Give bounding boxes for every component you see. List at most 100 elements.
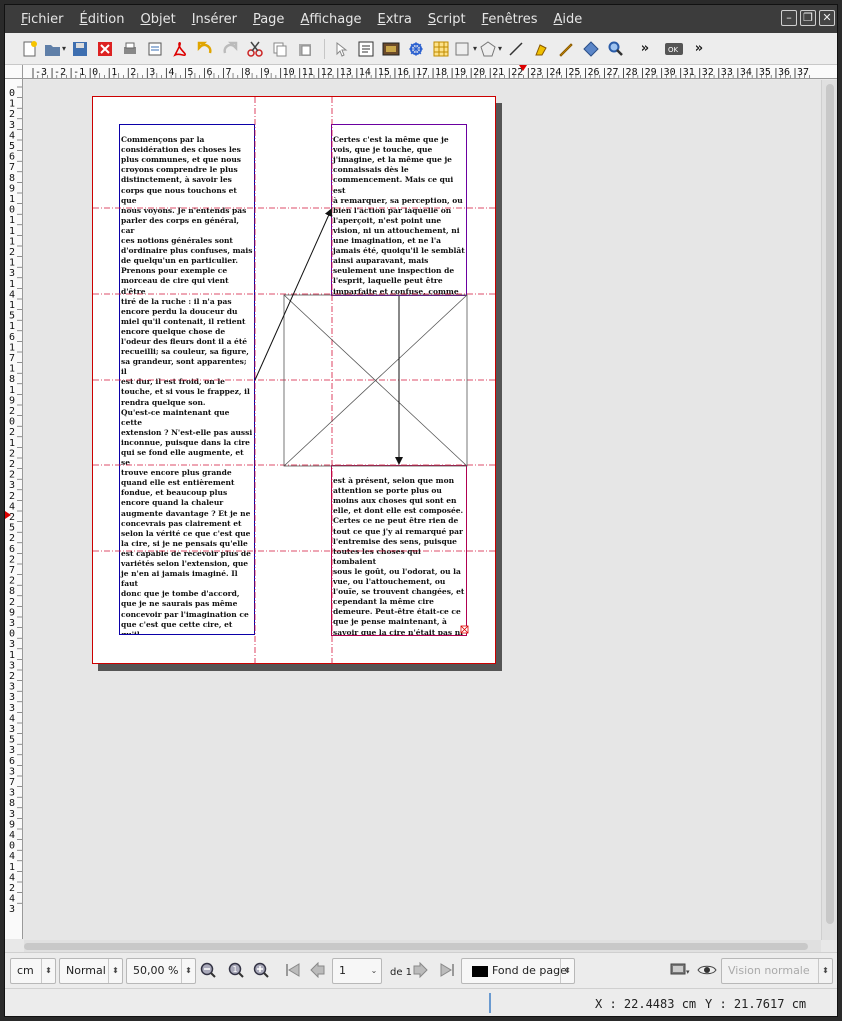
ruler-label: 9: [9, 607, 15, 618]
menu-fichier[interactable]: Fichier: [13, 12, 72, 27]
bezier-icon[interactable]: [530, 38, 552, 60]
menu-extra[interactable]: Extra: [370, 12, 420, 27]
vertical-ruler[interactable]: 0123456789101112131415161718192021222324…: [5, 79, 23, 939]
ruler-label: 6: [9, 152, 15, 163]
horizontal-scrollbar[interactable]: [24, 940, 821, 952]
ruler-label: 1: [9, 385, 15, 396]
menu-inserer[interactable]: Insérer: [184, 12, 245, 27]
text-frame-left[interactable]: Commençons par la considération des chos…: [119, 124, 255, 635]
last-page-icon[interactable]: [438, 962, 458, 980]
more-icon[interactable]: »: [630, 38, 660, 60]
ruler-label: 35: [759, 67, 771, 78]
page-number-select[interactable]: 1 ⌄: [332, 958, 382, 984]
menu-page[interactable]: Page: [245, 12, 292, 27]
preview-eye-icon[interactable]: [697, 962, 717, 980]
ruler-label: -3: [35, 67, 47, 78]
render-frame-icon[interactable]: [405, 38, 427, 60]
ruler-label: 1: [9, 342, 15, 353]
zoom-out-icon[interactable]: [200, 962, 220, 980]
ruler-label: 5: [9, 523, 15, 534]
horizontal-ruler[interactable]: -3 -2 -1 0 1 2 3 4 5 6 7 8 9 10 11 12 13 14 15 16 17 18 19 20 21…: [23, 65, 837, 79]
ruler-label: 10: [283, 67, 295, 78]
layer-color-swatch: [472, 965, 488, 977]
table-icon[interactable]: [430, 38, 452, 60]
ruler-label: 3: [9, 268, 15, 279]
pdf-export-icon[interactable]: [169, 38, 191, 60]
horizontal-scroll-thumb[interactable]: [24, 943, 808, 950]
close-icon[interactable]: ✕: [819, 10, 835, 26]
ruler-label: 1: [9, 258, 15, 269]
menu-aide[interactable]: Aide: [546, 12, 591, 27]
menu-objet[interactable]: Objet: [132, 12, 183, 27]
minimize-icon[interactable]: –: [781, 10, 797, 26]
ruler-label: 8: [9, 798, 15, 809]
ruler-label: 29: [645, 67, 657, 78]
freehand-icon[interactable]: [555, 38, 577, 60]
restore-icon[interactable]: ❐: [800, 10, 816, 26]
save-icon[interactable]: [69, 38, 91, 60]
document-page[interactable]: Commençons par la considération des chos…: [92, 96, 497, 665]
zoom-icon[interactable]: [605, 38, 627, 60]
close-doc-icon[interactable]: [94, 38, 116, 60]
text-frame-icon[interactable]: [355, 38, 377, 60]
menu-edition[interactable]: Édition: [72, 12, 133, 27]
next-page-icon[interactable]: [411, 961, 431, 980]
zoom-input[interactable]: 50,00 % ⬍: [126, 958, 196, 984]
copy-icon[interactable]: [269, 38, 291, 60]
display-settings-icon[interactable]: ▾: [669, 962, 693, 980]
redo-icon[interactable]: [219, 38, 241, 60]
zoom-value: 50,00 %: [133, 964, 179, 977]
ruler-label: 21: [492, 67, 504, 78]
more-icon-2[interactable]: »: [688, 38, 710, 60]
ruler-label: 20: [473, 67, 485, 78]
menu-affichage[interactable]: Affichage: [292, 12, 369, 27]
image-frame-icon[interactable]: [380, 38, 402, 60]
select-icon[interactable]: [330, 38, 352, 60]
chevron-updown-icon: ⬍: [108, 959, 122, 983]
document-canvas[interactable]: Commençons par la considération des chos…: [24, 80, 821, 940]
main-toolbar: ▾ ▾ ▾ » OK »: [5, 33, 837, 65]
vertical-scroll-thumb[interactable]: [826, 84, 834, 924]
menu-fenetres[interactable]: Fenêtres: [474, 12, 546, 27]
shape-icon[interactable]: ▾: [455, 38, 477, 60]
ruler-label: 7: [9, 565, 15, 576]
ruler-label: 5: [9, 141, 15, 152]
print-icon[interactable]: [119, 38, 141, 60]
ruler-label: 2: [9, 554, 15, 565]
ruler-label: 1: [9, 215, 15, 226]
layer-select[interactable]: Fond de page ⬍: [461, 958, 575, 984]
ruler-label: 4: [9, 894, 15, 905]
ruler-label: 3: [9, 904, 15, 915]
text-frame-right-bottom[interactable]: est à présent, selon que mon attention s…: [331, 465, 467, 636]
new-document-icon[interactable]: [19, 38, 41, 60]
line-icon[interactable]: [505, 38, 527, 60]
ruler-label: 2: [9, 597, 15, 608]
preview-mode-value: Normal: [66, 964, 106, 977]
preflight-icon[interactable]: [144, 38, 166, 60]
menu-script[interactable]: Script: [420, 12, 474, 27]
vertical-scrollbar[interactable]: [821, 80, 837, 940]
view-mode-select[interactable]: Vision normale ⬍: [721, 958, 833, 984]
undo-icon[interactable]: [194, 38, 216, 60]
preview-mode-select[interactable]: Normal ⬍: [59, 958, 123, 984]
empty-image-frame[interactable]: [283, 294, 468, 467]
paste-icon[interactable]: [294, 38, 316, 60]
zoom-in-icon[interactable]: [253, 962, 273, 980]
ruler-label: 6: [9, 332, 15, 343]
ok-icon[interactable]: OK: [663, 38, 685, 60]
polygon-icon[interactable]: ▾: [480, 38, 502, 60]
first-page-icon[interactable]: [283, 962, 303, 980]
ruler-label: 6: [9, 544, 15, 555]
cut-icon[interactable]: [244, 38, 266, 60]
previous-page-icon[interactable]: [308, 961, 328, 980]
ruler-label: 1: [9, 321, 15, 332]
ruler-label: 37: [797, 67, 809, 78]
svg-text:1: 1: [233, 965, 238, 974]
unit-select[interactable]: cm ⬍: [10, 958, 56, 984]
text-frame-right-top[interactable]: Certes c'est la même que je vois, que je…: [331, 124, 467, 296]
rotate-icon[interactable]: [580, 38, 602, 60]
zoom-100-icon[interactable]: 1: [227, 962, 247, 980]
ruler-label: 0: [9, 205, 15, 216]
open-icon[interactable]: ▾: [44, 38, 66, 60]
ruler-label: 2: [9, 671, 15, 682]
